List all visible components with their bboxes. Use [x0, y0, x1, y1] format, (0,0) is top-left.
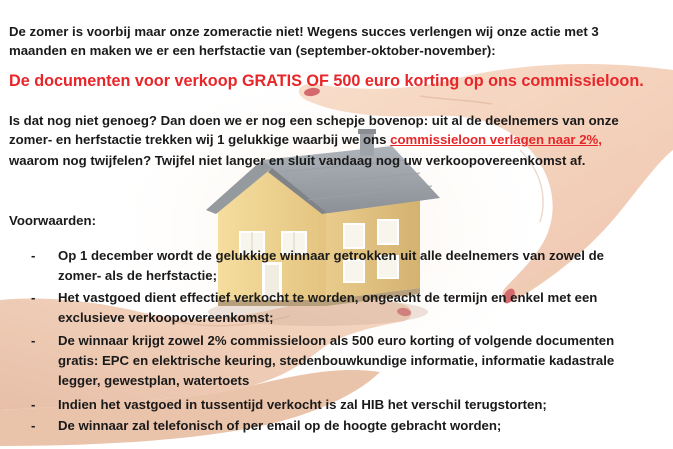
condition-text: exclusieve verkoopovereenkomst; [58, 310, 274, 325]
bullet-dash: - [31, 418, 36, 433]
bonus-line-2: zomer- en herfstactie trekken wij 1 gelu… [9, 130, 602, 149]
condition-text: zomer- als de herfstactie; [58, 268, 218, 283]
bullet-dash: - [31, 290, 36, 305]
condition-text: legger, gewestplan, watertoets [58, 373, 250, 388]
condition-text: Het vastgoed dient effectief verkocht te… [58, 290, 598, 305]
condition-text: De winnaar krijgt zowel 2% commissieloon… [58, 333, 615, 348]
condition-text: De winnaar zal telefonisch of per email … [58, 418, 502, 433]
bullet-dash: - [31, 397, 36, 412]
offer-headline: De documenten voor verkoop GRATIS OF 500… [9, 72, 644, 90]
promo-flyer: De zomer is voorbij maar onze zomeractie… [0, 0, 673, 449]
intro-line-1: De zomer is voorbij maar onze zomeractie… [9, 24, 599, 39]
intro-line-2: maanden en maken we er een herfstactie v… [9, 43, 496, 58]
bullet-dash: - [31, 333, 36, 348]
condition-text: gratis: EPC en elektrische keuring, sted… [58, 353, 615, 368]
conditions-heading: Voorwaarden: [9, 213, 96, 228]
bonus-line-1: Is dat nog niet genoeg? Dan doen we er n… [9, 113, 619, 128]
bonus-line-2-text: zomer- en herfstactie trekken wij 1 gelu… [9, 132, 391, 147]
condition-text: Indien het vastgoed in tussentijd verkoc… [58, 397, 547, 412]
commission-highlight: commissieloon verlagen naar 2%, [390, 132, 602, 147]
condition-text: Op 1 december wordt de gelukkige winnaar… [58, 248, 604, 263]
bullet-dash: - [31, 248, 36, 263]
bonus-line-3: waarom nog twijfelen? Twijfel niet lange… [9, 153, 586, 168]
